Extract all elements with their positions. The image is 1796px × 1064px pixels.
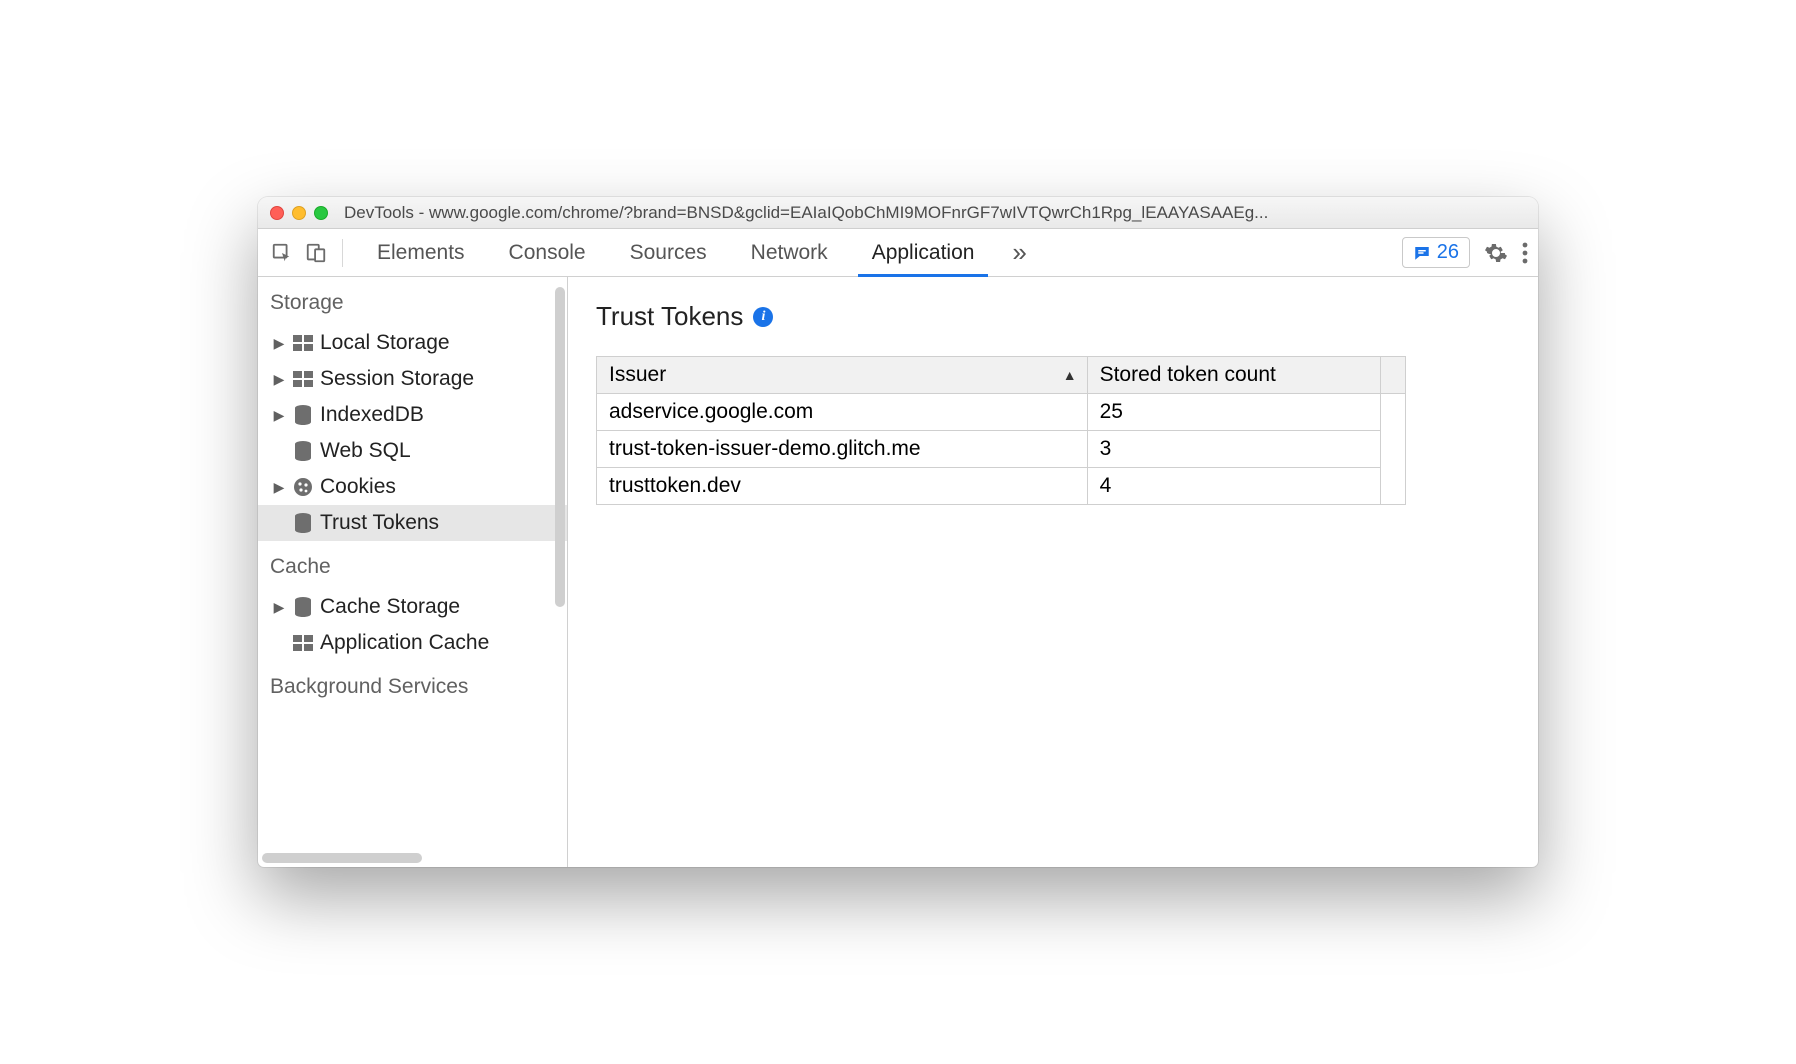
column-header-label: Issuer [609,363,666,386]
panel-heading: Trust Tokens i [596,301,1510,332]
sidebar-item-application-cache[interactable]: Application Cache [258,625,567,661]
storage-tree: ▶ Local Storage ▶ Session Storage ▶ [258,325,567,541]
sidebar-item-label: Application Cache [320,631,489,655]
toolbar-separator [342,239,343,267]
cell-issuer: trust-token-issuer-demo.glitch.me [597,431,1088,468]
sidebar-item-cache-storage[interactable]: ▶ Cache Storage [258,589,567,625]
table-scroll-spacer [1381,357,1406,394]
table-icon [292,368,314,390]
column-header-label: Stored token count [1100,363,1276,386]
sidebar-item-label: Cache Storage [320,595,460,619]
cell-count: 25 [1087,394,1380,431]
maximize-window-button[interactable] [314,206,328,220]
window-controls [270,206,328,220]
table-row[interactable]: trusttoken.dev 4 [597,468,1406,505]
sidebar-vertical-scrollbar[interactable] [555,287,565,607]
message-icon [1413,244,1431,262]
table-icon [292,332,314,354]
column-header-issuer[interactable]: Issuer ▲ [597,357,1088,394]
sidebar-section-background-services: Background Services [258,661,567,709]
sidebar-item-label: IndexedDB [320,403,424,427]
sidebar-horizontal-scrollbar[interactable] [262,853,422,863]
disclosure-triangle-icon: ▶ [272,599,286,616]
cell-issuer: trusttoken.dev [597,468,1088,505]
database-icon [292,440,314,462]
sort-ascending-icon: ▲ [1063,367,1077,383]
sidebar-item-label: Trust Tokens [320,511,439,535]
sidebar-item-web-sql[interactable]: Web SQL [258,433,567,469]
settings-button[interactable] [1484,241,1508,265]
sidebar-item-indexeddb[interactable]: ▶ IndexedDB [258,397,567,433]
tab-network[interactable]: Network [729,229,850,276]
application-sidebar: Storage ▶ Local Storage ▶ Session Storag… [258,277,568,867]
kebab-icon [1522,242,1528,264]
inspect-element-icon[interactable] [268,239,296,267]
tab-console[interactable]: Console [487,229,608,276]
sidebar-section-storage: Storage [258,277,567,325]
cache-tree: ▶ Cache Storage Application Cache [258,589,567,661]
minimize-window-button[interactable] [292,206,306,220]
panel-body: Storage ▶ Local Storage ▶ Session Storag… [258,277,1538,867]
disclosure-triangle-icon: ▶ [272,479,286,496]
close-window-button[interactable] [270,206,284,220]
table-scroll-spacer [1381,394,1406,505]
sidebar-item-local-storage[interactable]: ▶ Local Storage [258,325,567,361]
device-toolbar-icon[interactable] [302,239,330,267]
sidebar-item-trust-tokens[interactable]: Trust Tokens [258,505,567,541]
more-tabs-button[interactable]: » [1002,237,1036,268]
tab-application[interactable]: Application [850,229,997,276]
sidebar-item-cookies[interactable]: ▶ Cookies [258,469,567,505]
gear-icon [1484,241,1508,265]
sidebar-item-session-storage[interactable]: ▶ Session Storage [258,361,567,397]
database-icon [292,596,314,618]
window-title: DevTools - www.google.com/chrome/?brand=… [344,203,1526,223]
panel-heading-text: Trust Tokens [596,301,743,332]
tab-elements[interactable]: Elements [355,229,487,276]
cell-issuer: adservice.google.com [597,394,1088,431]
table-row[interactable]: trust-token-issuer-demo.glitch.me 3 [597,431,1406,468]
message-count: 26 [1437,241,1459,264]
sidebar-item-label: Local Storage [320,331,450,355]
console-messages-button[interactable]: 26 [1402,237,1470,268]
sidebar-section-cache: Cache [258,541,567,589]
panel-tabs: Elements Console Sources Network Applica… [355,229,996,276]
toolbar-right: 26 [1402,237,1528,268]
devtools-window: DevTools - www.google.com/chrome/?brand=… [258,197,1538,867]
sidebar-item-label: Web SQL [320,439,411,463]
sidebar-item-label: Cookies [320,475,396,499]
devtools-toolbar: Elements Console Sources Network Applica… [258,229,1538,277]
column-header-stored-token-count[interactable]: Stored token count [1087,357,1380,394]
disclosure-triangle-icon: ▶ [272,371,286,388]
cookie-icon [292,476,314,498]
window-titlebar: DevTools - www.google.com/chrome/?brand=… [258,197,1538,229]
table-icon [292,632,314,654]
database-icon [292,512,314,534]
tab-sources[interactable]: Sources [608,229,729,276]
trust-tokens-table: Issuer ▲ Stored token count adservice.go… [596,356,1406,505]
sidebar-item-label: Session Storage [320,367,474,391]
more-options-button[interactable] [1522,242,1528,264]
database-icon [292,404,314,426]
disclosure-triangle-icon: ▶ [272,335,286,352]
table-row[interactable]: adservice.google.com 25 [597,394,1406,431]
cell-count: 3 [1087,431,1380,468]
disclosure-triangle-icon: ▶ [272,407,286,424]
cell-count: 4 [1087,468,1380,505]
table-header-row: Issuer ▲ Stored token count [597,357,1406,394]
trust-tokens-panel: Trust Tokens i Issuer ▲ Stored token cou… [568,277,1538,867]
info-icon[interactable]: i [753,307,773,327]
